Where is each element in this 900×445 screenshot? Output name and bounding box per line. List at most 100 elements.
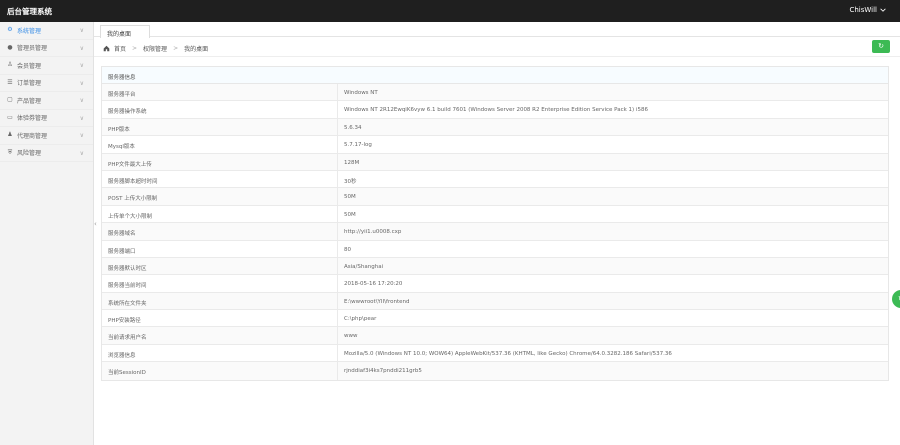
row-value: 2018-05-16 17:20:20 [344,281,403,288]
list-icon: ☰ [7,78,13,86]
refresh-icon: ↻ [878,42,884,50]
row-key: 服务器域名 [102,223,338,240]
breadcrumb-level1[interactable]: 权限管理 [143,44,167,53]
row-value: 5.7.17-log [344,142,372,149]
sidebar-item[interactable]: ⚙ 系统管理 ∨ [0,22,93,40]
sidebar-item-label: 系统管理 [17,27,42,35]
breadcrumb: 首页 > 权限管理 > 我的桌面 [103,44,208,53]
breadcrumb-separator: > [132,45,138,52]
row-value: Mozilla/5.0 (Windows NT 10.0; WOW64) App… [344,350,672,357]
table-row: 服务器操作系统 Windows NT 2R12EwqiK6vyw 6.1 buil… [102,101,888,119]
top-navbar: 后台管理系统 ChisWill [0,0,900,22]
row-value: Asia/Shanghai [344,263,384,270]
breadcrumb-bar: 首页 > 权限管理 > 我的桌面 ↻ [94,37,900,57]
table-row: 服务器平台 Windows NT [102,84,888,102]
table-row: 当前请求用户名 www [102,327,888,345]
user-name: ChisWill [849,6,877,14]
row-key: PHP版本 [102,118,338,136]
user-menu[interactable]: ChisWill [849,6,886,14]
server-info-panel: 服务器信息 服务器平台 Windows NT 服务器操作系统 Windows NT 2… [101,66,889,381]
row-value: www [344,333,358,340]
chevron-down-icon: ∨ [79,62,84,69]
sidebar-collapse-handle[interactable]: ‹ [94,218,100,230]
table-row: 浏览器信息 Mozilla/5.0 (Windows NT 10.0; WOW64… [102,344,888,363]
table-row: PHP安装路径 C:\php\pear [102,310,888,328]
sidebar-item-label: 体验券管理 [17,115,48,123]
home-icon [103,45,110,52]
chevron-down-icon: ∨ [79,149,84,157]
table-row: POST 上传大小限制 50M [102,188,888,206]
row-key: Mysql版本 [102,136,338,153]
sidebar-item[interactable]: ♟ 代理商管理 ∨ [0,127,93,145]
table-row: 服务器域名 http://yii1.u0008.cxp [102,223,888,241]
sidebar-item[interactable]: ☰ 订单管理 ∨ [0,75,93,92]
refresh-button[interactable]: ↻ [872,40,890,53]
row-value: 30秒 [344,178,357,185]
table-row: 服务器当前时间 2018-05-16 17:20:20 [102,275,888,293]
table-row: 服务器脚本超时时间 30秒 [102,170,888,189]
gear-icon: ⚙ [7,26,13,34]
row-value: 128M [344,159,360,166]
shield-icon: ⛨ [7,148,13,156]
row-value: 50M [344,194,356,201]
breadcrumb-level2: 我的桌面 [184,46,209,53]
sidebar: ⚙ 系统管理 ∨ ● 管理员管理 ∨ ♙ 会员管理 ∨ ☰ 订单管理 ∨ ▢ 产品管理 ∨ ▭ 体验券管理 ∨ ♟ 代… [0,22,94,445]
table-row: PHP文件最大上传 128M [102,153,888,171]
sidebar-item-label: 订单管理 [17,80,42,88]
row-value: C:\php\pear [344,316,377,323]
table-row: 上传单个大小限制 50M [102,205,888,224]
chevron-down-icon: ∨ [79,27,84,34]
row-key: PHP安装路径 [102,310,338,327]
user-icon: ● [7,43,13,51]
row-key: 服务器平台 [102,84,338,101]
row-key: 服务器端口 [102,240,338,257]
breadcrumb-separator: > [173,45,179,52]
chevron-down-icon: ∨ [79,132,84,139]
row-value: Windows NT 2R12EwqiK6vyw 6.1 build 7601 … [344,107,648,114]
chevron-down-icon: ∨ [79,44,84,52]
row-key: 上传单个大小限制 [102,205,338,223]
row-key: POST 上传大小限制 [102,188,338,205]
row-key: 服务器操作系统 [102,101,338,118]
row-value: 80 [344,246,351,253]
table-row: 系统所在文件夹 E:\wwwroot\YII\frontend [102,292,888,311]
box-icon: ▢ [7,96,13,104]
row-key: PHP文件最大上传 [102,153,338,170]
table-row: 服务器端口 80 [102,240,888,258]
chevron-down-icon [880,8,886,12]
table-row: PHP版本 5.6.34 [102,118,888,137]
sidebar-item[interactable]: ▢ 产品管理 ∨ [0,92,93,110]
breadcrumb-home[interactable]: 首页 [114,44,126,53]
row-value: rjnddiaf3i4ks7pnddi211grb5 [344,368,422,375]
row-value: Windows NT [344,90,378,96]
chevron-down-icon: ∨ [79,97,84,104]
row-value: E:\wwwroot\YII\frontend [344,298,410,305]
sidebar-item-label: 产品管理 [17,97,42,105]
chevron-down-icon: ∨ [79,79,84,87]
sidebar-item-label: 会员管理 [17,62,42,70]
floating-action-button[interactable]: ↻ [892,290,900,308]
person-icon: ♙ [7,61,13,69]
sidebar-item-label: 管理员管理 [17,45,48,53]
table-row: 当前SessionID rjnddiaf3i4ks7pnddi211grb5 [102,362,888,380]
row-key: 服务器当前时间 [102,275,338,292]
sidebar-item[interactable]: ⛨ 风险管理 ∨ [0,145,93,162]
app-title: 后台管理系统 [7,7,52,16]
sidebar-item[interactable]: ● 管理员管理 ∨ [0,40,93,57]
tab-bar: 我的桌面 [94,22,900,38]
row-value: http://yii1.u0008.cxp [344,229,402,236]
panel-title: 服务器信息 [102,67,888,84]
chevron-down-icon: ∨ [79,114,84,122]
sidebar-item[interactable]: ▭ 体验券管理 ∨ [0,110,93,127]
row-value: 50M [344,211,356,218]
sidebar-item-label: 风险管理 [17,150,42,158]
row-key: 当前SessionID [102,362,338,380]
row-key: 浏览器信息 [102,344,338,362]
row-value: 5.6.34 [344,124,362,131]
row-key: 当前请求用户名 [102,327,338,344]
table-row: Mysql版本 5.7.17-log [102,136,888,154]
row-key: 系统所在文件夹 [102,292,338,310]
sidebar-item[interactable]: ♙ 会员管理 ∨ [0,57,93,75]
sidebar-item-label: 代理商管理 [17,132,48,140]
table-row: 服务器默认时区 Asia/Shanghai [102,257,888,276]
